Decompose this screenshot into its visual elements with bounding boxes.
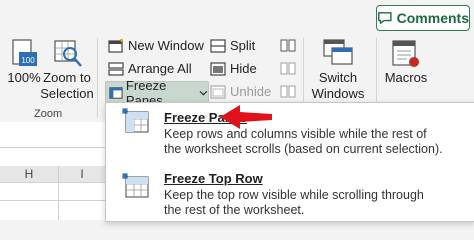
comments-label: Comments [396,10,469,26]
menu-item-freeze-top-row[interactable]: Freeze Top Row Keep the top row visible … [106,165,474,221]
column-header-label: H [24,167,34,181]
chevron-down-icon [199,90,208,96]
freeze-panes-menu: Freeze Panes Keep rows and columns visib… [105,102,474,222]
gridline [0,200,105,201]
arrange-all-button[interactable]: Arrange All [108,61,192,76]
switch-windows-label-2: Windows [311,86,365,101]
switch-windows-icon [323,39,353,65]
zoom-to-selection-label-1: Zoom to [43,70,91,85]
freeze-top-row-icon [122,173,149,198]
column-header-label: I [80,167,84,181]
menu-item-title: Freeze Top Row [164,171,263,186]
unhide-label: Unhide [230,84,272,99]
comments-button[interactable]: Comments [376,5,470,31]
macros-icon [392,40,419,67]
menu-item-freeze-panes[interactable]: Freeze Panes Keep rows and columns visib… [106,103,474,163]
zoom-group-label: Zoom [34,108,63,120]
macros-label: Macros [384,70,428,85]
hide-button[interactable]: Hide [210,61,257,76]
comment-icon [378,12,392,24]
zoom-to-selection-label-2: Selection [40,86,94,101]
gridline [0,182,105,183]
zoom-100-icon: 100 [12,39,37,66]
freeze-panes-small-icon [109,87,123,99]
hide-label: Hide [230,61,257,76]
column-header-i[interactable]: I [59,166,106,183]
split-button[interactable]: Split [210,38,255,53]
group-separator [97,38,98,118]
svg-text:100: 100 [21,56,35,65]
menu-item-description-2: the worksheet scrolls (based on current … [164,142,443,156]
menu-item-description-2: the rest of the worksheet. [164,203,305,217]
unhide-button[interactable]: Unhide [210,84,271,99]
freeze-panes-icon [122,108,149,133]
menu-item-description-1: Keep the top row visible while scrolling… [164,188,424,202]
split-icon [210,38,226,53]
view-side-by-side-icon[interactable] [280,38,296,54]
switch-windows-label-1: Switch [318,70,358,85]
annotation-arrow [220,105,272,129]
zoom-100-label: 100% [7,70,41,85]
zoom-to-selection-icon [54,40,82,67]
new-window-button[interactable]: New Window [108,38,204,53]
gridline [58,182,59,220]
menu-item-description-1: Keep rows and columns visible while the … [164,127,427,141]
new-window-icon [108,38,123,53]
new-window-label: New Window [128,38,204,53]
zoom-100-button[interactable]: 100 100% [7,38,41,108]
switch-windows-button[interactable]: Switch Windows [306,38,370,108]
split-label: Split [230,38,256,53]
zoom-to-selection-button[interactable]: Zoom to Selection [40,38,94,108]
hide-icon [210,61,226,76]
arrange-all-icon [108,61,124,76]
column-header-h[interactable]: H [0,166,59,183]
reset-window-position-icon[interactable] [280,84,296,100]
unhide-icon [210,84,226,99]
arrange-all-label: Arrange All [128,61,192,76]
macros-button[interactable]: Macros [382,38,430,108]
synchronous-scrolling-icon[interactable] [280,61,296,77]
